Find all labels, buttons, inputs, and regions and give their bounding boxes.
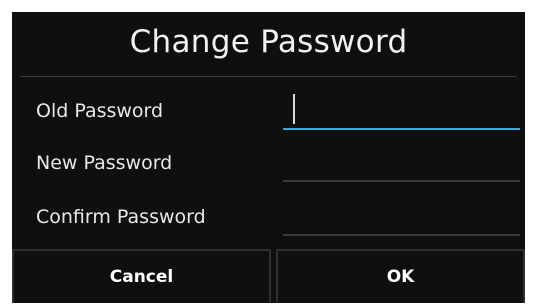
- confirm-password-field[interactable]: [283, 196, 520, 236]
- ok-button[interactable]: OK: [276, 249, 525, 303]
- old-password-field[interactable]: [283, 90, 520, 130]
- old-password-label: Old Password: [36, 100, 164, 122]
- text-cursor: [293, 94, 295, 124]
- button-bar: Cancel OK: [12, 249, 525, 303]
- new-password-label: New Password: [36, 152, 173, 174]
- new-password-field-container: [283, 142, 520, 182]
- title-divider: [20, 76, 517, 77]
- old-password-underline: [283, 128, 520, 130]
- dialog-title: Change Password: [129, 24, 408, 60]
- cancel-button[interactable]: Cancel: [12, 249, 271, 303]
- old-password-field-container: [283, 90, 520, 130]
- change-password-dialog: Change Password Old Password New Passwor…: [12, 12, 525, 303]
- new-password-field[interactable]: [283, 142, 520, 182]
- new-password-row: New Password: [12, 142, 525, 194]
- new-password-underline: [283, 180, 520, 182]
- confirm-password-row: Confirm Password: [12, 196, 525, 248]
- confirm-password-underline: [283, 234, 520, 236]
- old-password-row: Old Password: [12, 90, 525, 142]
- confirm-password-field-container: [283, 196, 520, 236]
- confirm-password-label: Confirm Password: [36, 206, 206, 228]
